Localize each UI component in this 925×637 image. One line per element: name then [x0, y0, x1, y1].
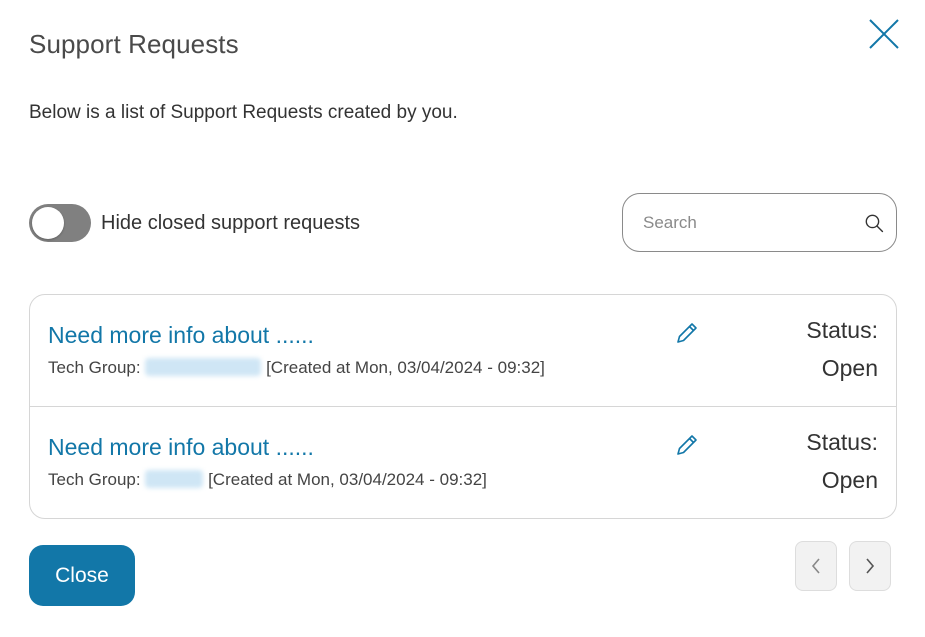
chevron-right-icon — [866, 558, 875, 574]
search-box — [622, 193, 897, 252]
status-value: Open — [821, 467, 878, 493]
request-title-link[interactable]: Need more info about ...... — [48, 322, 314, 349]
tech-group-label: Tech Group: — [48, 470, 141, 489]
toggle-knob — [32, 207, 64, 239]
tech-group-label: Tech Group: — [48, 358, 141, 377]
hide-closed-toggle-row: Hide closed support requests — [29, 204, 360, 242]
list-item: Need more info about ...... Tech Group: … — [30, 295, 896, 407]
close-button[interactable]: Close — [29, 545, 135, 606]
redacted-tech-group — [145, 470, 204, 488]
request-title-link[interactable]: Need more info about ...... — [48, 434, 314, 461]
pagination-next-button[interactable] — [849, 541, 891, 591]
hide-closed-label: Hide closed support requests — [101, 211, 361, 234]
support-request-list: Need more info about ...... Tech Group: … — [29, 294, 897, 519]
status-value: Open — [821, 355, 878, 381]
status-label: Status: — [806, 317, 878, 343]
request-meta: Tech Group: [Created at Mon, 03/04/2024 … — [48, 470, 487, 490]
pencil-icon[interactable] — [674, 432, 700, 458]
created-date: [Created at Mon, 03/04/2024 - 09:32] — [266, 358, 545, 377]
close-x-icon[interactable] — [866, 16, 902, 52]
list-item: Need more info about ...... Tech Group: … — [30, 407, 896, 518]
search-icon[interactable] — [864, 210, 884, 236]
created-date: [Created at Mon, 03/04/2024 - 09:32] — [208, 470, 487, 489]
request-meta: Tech Group: [Created at Mon, 03/04/2024 … — [48, 358, 545, 378]
hide-closed-toggle[interactable] — [29, 204, 91, 242]
search-input[interactable] — [643, 212, 864, 233]
pagination-prev-button[interactable] — [795, 541, 837, 591]
dialog-title: Support Requests — [29, 29, 239, 59]
redacted-tech-group — [145, 358, 262, 376]
status-label: Status: — [806, 429, 878, 455]
pencil-icon[interactable] — [674, 320, 700, 346]
chevron-left-icon — [811, 558, 820, 574]
dialog-subtitle: Below is a list of Support Requests crea… — [29, 102, 458, 123]
